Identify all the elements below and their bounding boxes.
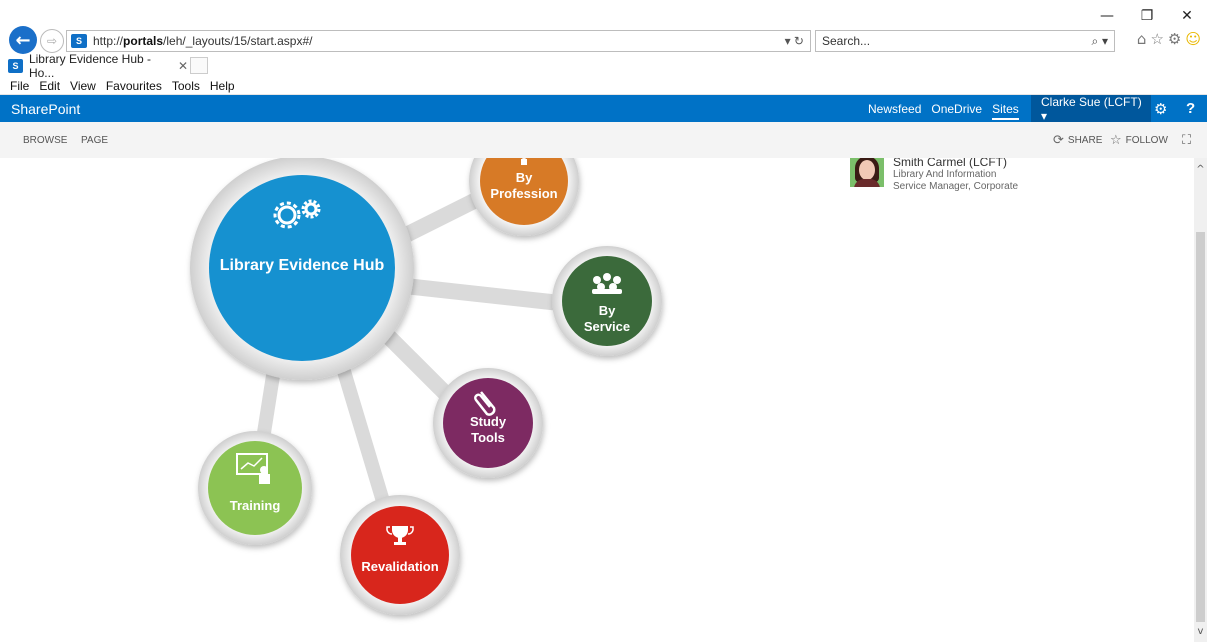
node-by-service[interactable] — [552, 246, 662, 356]
gear-icon[interactable]: ⚙ — [1168, 30, 1181, 48]
person-name[interactable]: Smith Carmel (LCFT) — [893, 158, 1018, 169]
suite-bar: SharePoint Newsfeed OneDrive Sites Clark… — [0, 95, 1207, 123]
suite-link-onedrive[interactable]: OneDrive — [931, 102, 982, 120]
ribbon-tab-browse[interactable]: BROWSE — [23, 135, 67, 146]
vertical-scrollbar[interactable]: ^ v — [1194, 158, 1207, 642]
node-by-service-line2: Service — [584, 319, 630, 334]
share-button[interactable]: ⟳ SHARE — [1053, 133, 1102, 148]
node-study-tools-line1: Study — [470, 414, 507, 429]
back-button[interactable]: ← — [9, 26, 37, 54]
refresh-icon[interactable]: ▾ ↻ — [785, 34, 804, 48]
person-role-line1: Library And Information — [893, 169, 997, 180]
follow-button[interactable]: ☆ FOLLOW — [1110, 133, 1168, 148]
node-revalidation[interactable] — [340, 495, 460, 615]
menu-edit[interactable]: Edit — [39, 79, 60, 93]
search-placeholder: Search... — [822, 34, 871, 48]
scroll-thumb[interactable] — [1196, 232, 1205, 622]
suite-link-sites[interactable]: Sites — [992, 102, 1019, 120]
focus-icon: ⛶ — [1182, 133, 1192, 148]
menu-view[interactable]: View — [70, 79, 96, 93]
person-role-line2: Service Manager, Corporate — [893, 181, 1019, 192]
hub-center-label: Library Evidence Hub — [220, 257, 385, 274]
suite-links: Newsfeed OneDrive Sites — [868, 102, 1029, 120]
minimize-button[interactable]: — — [1087, 6, 1127, 26]
ribbon-tab-page[interactable]: PAGE — [81, 135, 108, 146]
node-training[interactable] — [198, 431, 312, 545]
menu-bar: File Edit View Favourites Tools Help — [0, 77, 1207, 95]
node-revalidation-label: Revalidation — [361, 559, 438, 574]
sharepoint-favicon-icon: S — [71, 34, 87, 48]
follow-label: FOLLOW — [1125, 135, 1168, 146]
menu-tools[interactable]: Tools — [172, 79, 200, 93]
scroll-up-icon[interactable]: ^ — [1194, 164, 1207, 176]
help-icon[interactable]: ? — [1186, 100, 1195, 117]
browser-tab[interactable]: S Library Evidence Hub - Ho... ✕ — [8, 52, 188, 80]
search-input[interactable]: Search... ⌕ ▾ — [815, 30, 1115, 52]
tab-close-icon[interactable]: ✕ — [178, 59, 188, 73]
restore-button[interactable]: ❐ — [1127, 6, 1167, 26]
smiley-icon[interactable]: ☺ — [1185, 30, 1201, 48]
node-study-tools-line2: Tools — [471, 430, 505, 445]
person-card[interactable]: Smith Carmel (LCFT) Library And Informat… — [850, 158, 1018, 193]
browser-title-bar: — ❐ ✕ ← ⇨ S http://portals/leh/_layouts/… — [0, 0, 1207, 54]
home-icon[interactable]: ⌂ — [1137, 30, 1147, 48]
node-by-profession-line1: By — [516, 170, 533, 185]
scroll-down-icon[interactable]: v — [1194, 626, 1207, 638]
sharepoint-brand[interactable]: SharePoint — [11, 101, 80, 117]
page-content: Library Evidence Hub By Profession By Se… — [0, 158, 1194, 642]
share-icon: ⟳ — [1053, 133, 1064, 148]
search-icon[interactable]: ⌕ ▾ — [1091, 34, 1108, 49]
browser-toolbar-icons: ⌂ ☆ ⚙ ☺ — [1137, 30, 1201, 48]
focus-content-button[interactable]: ⛶ — [1182, 133, 1195, 148]
new-tab-button[interactable] — [190, 57, 208, 74]
person-icon — [521, 158, 527, 165]
avatar — [850, 158, 884, 187]
share-label: SHARE — [1067, 135, 1103, 146]
star-icon[interactable]: ☆ — [1150, 30, 1163, 48]
suite-link-newsfeed[interactable]: Newsfeed — [868, 102, 921, 120]
menu-file[interactable]: File — [10, 79, 29, 93]
follow-star-icon: ☆ — [1110, 133, 1122, 148]
tabs-row: S Library Evidence Hub - Ho... ✕ — [0, 52, 1207, 80]
node-by-profession-line2: Profession — [490, 186, 557, 201]
url-text: http://portals/leh/_layouts/15/start.asp… — [93, 34, 313, 48]
ribbon: BROWSE PAGE ⟳ SHARE ☆ FOLLOW ⛶ — [0, 122, 1207, 158]
menu-favourites[interactable]: Favourites — [106, 79, 162, 93]
node-by-service-line1: By — [599, 303, 616, 318]
hub-diagram: Library Evidence Hub By Profession By Se… — [190, 158, 662, 615]
forward-button[interactable]: ⇨ — [40, 29, 64, 53]
address-bar[interactable]: S http://portals/leh/_layouts/15/start.a… — [66, 30, 811, 52]
sharepoint-favicon-icon: S — [8, 59, 23, 73]
person-info: Smith Carmel (LCFT) Library And Informat… — [893, 158, 1018, 193]
window-controls: — ❐ ✕ — [1087, 6, 1207, 26]
node-training-label: Training — [230, 498, 281, 513]
close-button[interactable]: ✕ — [1167, 6, 1207, 26]
settings-gear-icon[interactable]: ⚙ — [1154, 100, 1167, 118]
tab-title: Library Evidence Hub - Ho... — [28, 52, 152, 80]
user-menu[interactable]: Clarke Sue (LCFT) ▾ — [1031, 95, 1151, 123]
menu-help[interactable]: Help — [210, 79, 235, 93]
